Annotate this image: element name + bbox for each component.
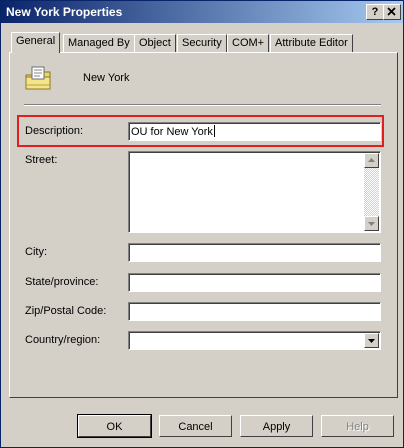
- scroll-up-button[interactable]: [364, 153, 379, 168]
- organizational-unit-icon: [25, 66, 51, 90]
- close-icon: [387, 7, 396, 16]
- city-input[interactable]: [128, 243, 381, 262]
- help-button[interactable]: Help: [321, 415, 394, 437]
- state-input[interactable]: [128, 273, 381, 292]
- help-title-button[interactable]: ?: [366, 4, 384, 20]
- title-bar[interactable]: New York Properties ?: [1, 1, 403, 23]
- window-title: New York Properties: [6, 5, 123, 19]
- close-title-button[interactable]: [383, 4, 401, 20]
- state-label: State/province:: [25, 276, 99, 288]
- city-label: City:: [25, 246, 47, 258]
- street-label: Street:: [25, 154, 58, 166]
- chevron-down-icon: [368, 339, 375, 343]
- zip-label: Zip/Postal Code:: [25, 305, 107, 317]
- zip-input[interactable]: [128, 302, 381, 321]
- tab-managed-by[interactable]: Managed By: [63, 34, 135, 52]
- properties-dialog: New York Properties ? General Managed By…: [0, 0, 404, 448]
- tab-attribute-editor[interactable]: Attribute Editor: [270, 34, 353, 52]
- cancel-button[interactable]: Cancel: [159, 415, 232, 437]
- country-label: Country/region:: [25, 334, 101, 346]
- ok-button[interactable]: OK: [77, 414, 152, 438]
- tab-general[interactable]: General: [11, 32, 61, 53]
- apply-button[interactable]: Apply: [240, 415, 313, 437]
- tab-security[interactable]: Security: [177, 34, 227, 52]
- separator: [24, 104, 381, 106]
- street-textarea[interactable]: [128, 151, 381, 233]
- scroll-down-button[interactable]: [364, 216, 379, 231]
- country-dropdown-button[interactable]: [364, 333, 379, 348]
- arrow-up-icon: [368, 158, 375, 162]
- arrow-down-icon: [368, 222, 375, 226]
- country-select[interactable]: [128, 331, 381, 350]
- tab-object[interactable]: Object: [134, 34, 176, 52]
- tab-com-plus[interactable]: COM+: [227, 34, 270, 52]
- description-label: Description:: [25, 125, 84, 137]
- text-cursor: [213, 125, 215, 137]
- description-input[interactable]: OU for New York: [128, 122, 381, 141]
- description-value: OU for New York: [131, 126, 213, 138]
- object-name: New York: [83, 72, 130, 84]
- street-scrollbar[interactable]: [364, 153, 379, 231]
